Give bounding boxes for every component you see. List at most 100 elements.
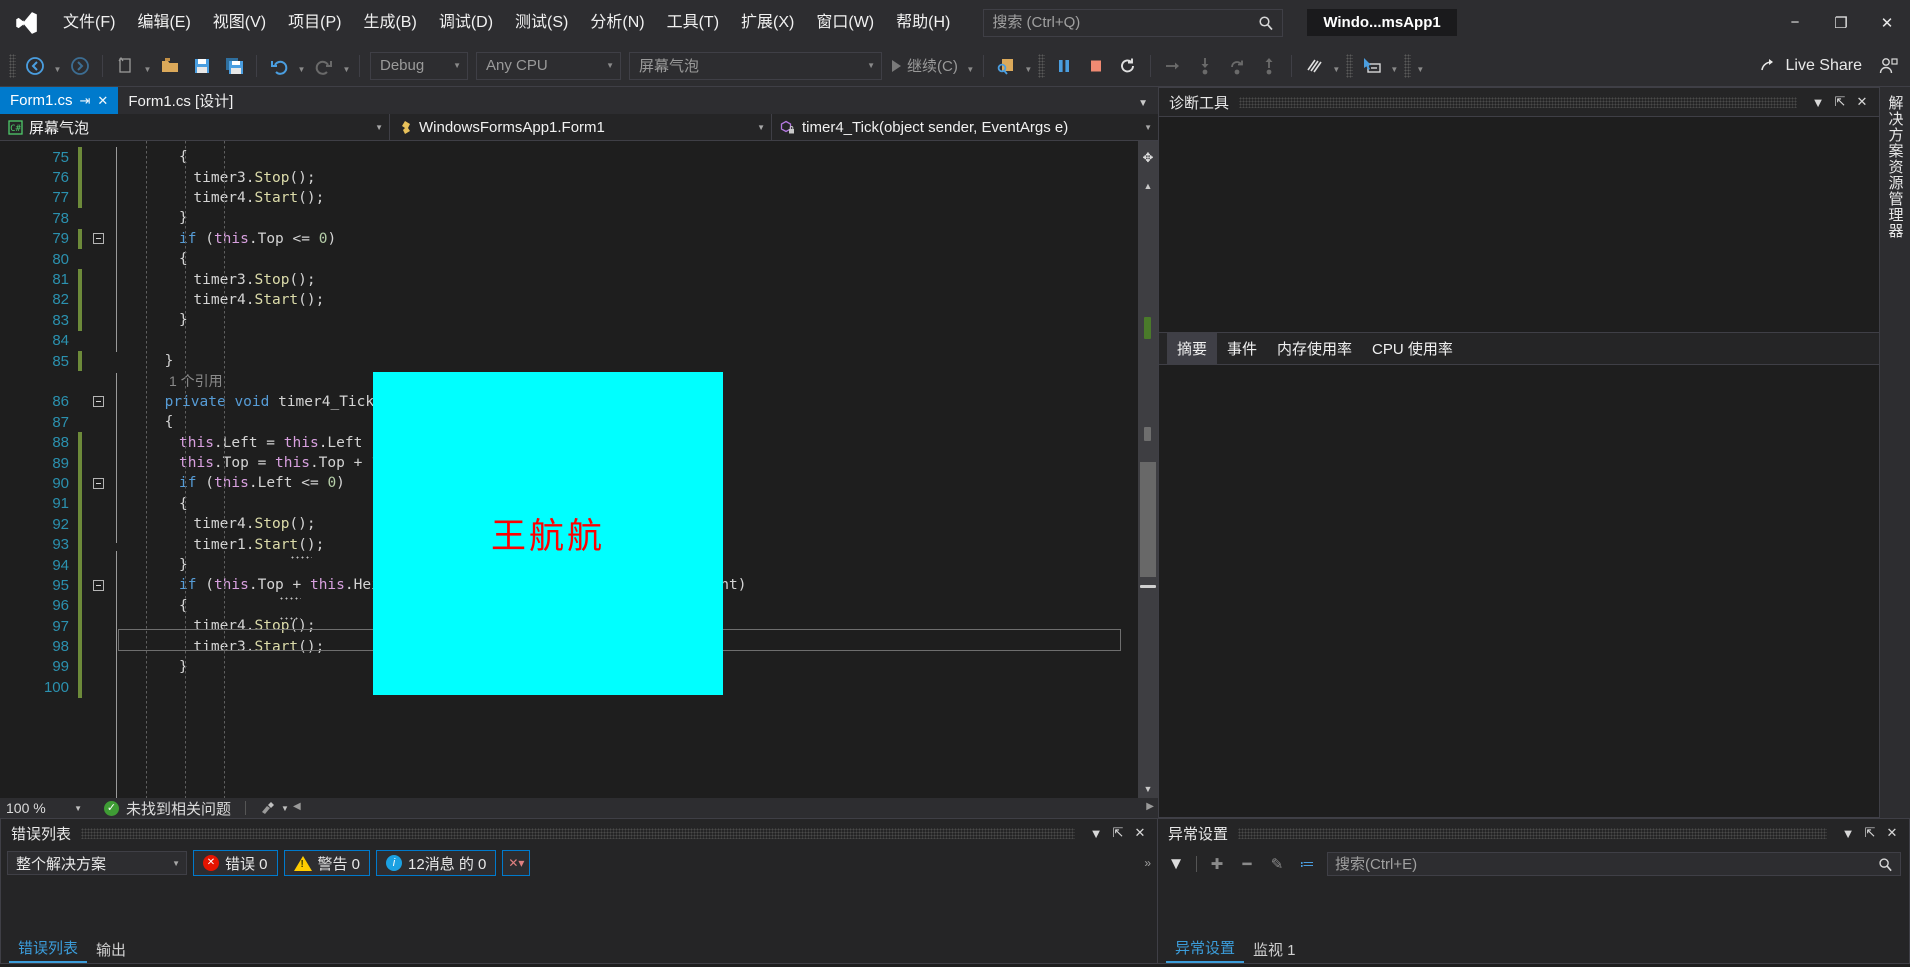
fold-toggle-icon[interactable] (89, 477, 107, 489)
fold-toggle-icon[interactable] (89, 396, 107, 408)
drag-handle[interactable] (1239, 96, 1797, 108)
select-element-icon[interactable] (1357, 51, 1387, 81)
running-app-window[interactable]: 王航航 (373, 372, 723, 695)
search-input[interactable] (992, 14, 1259, 31)
code-line[interactable]: 79 if (this.Top <= 0) (0, 228, 1138, 249)
live-share-button[interactable]: Live Share (1749, 56, 1873, 76)
attach-process-icon[interactable] (991, 51, 1021, 81)
drag-handle[interactable] (1238, 827, 1827, 839)
redo-caret-icon[interactable]: ▼ (340, 51, 353, 81)
undo-icon[interactable] (264, 51, 294, 81)
arrow-back-icon[interactable] (20, 51, 50, 81)
errors-filter-button[interactable]: 错误 0 (193, 850, 278, 876)
chevron-down-icon[interactable]: ▼ (1138, 98, 1148, 109)
code-line[interactable]: 78} (0, 208, 1138, 228)
code-line[interactable]: 77 timer4.Start(); (0, 187, 1138, 209)
pencil-icon[interactable]: ✎ (1267, 854, 1287, 874)
scrollbar-track[interactable] (1140, 197, 1156, 778)
arrow-forward-icon[interactable] (65, 51, 95, 81)
navbar-project-combo[interactable]: C# 屏幕气泡 ▼ (0, 113, 390, 141)
undo-caret-icon[interactable]: ▼ (295, 51, 308, 81)
continue-caret-icon[interactable]: ▼ (964, 51, 977, 81)
save-icon[interactable] (187, 51, 217, 81)
code-line[interactable]: 84 (0, 331, 1138, 351)
scrollbar-thumb[interactable] (1140, 462, 1156, 577)
bottom-tab-exception-settings[interactable]: 异常设置 (1166, 934, 1245, 963)
close-icon[interactable]: ✕ (97, 93, 108, 109)
editor-vertical-scrollbar[interactable]: ✥ ▲ ▼ (1138, 141, 1158, 798)
hot-reload-caret-icon[interactable]: ▼ (1330, 51, 1343, 81)
menu-help[interactable]: 帮助(H) (885, 0, 961, 45)
quick-launch-search[interactable] (983, 8, 1284, 37)
save-all-icon[interactable] (219, 51, 249, 81)
messages-filter-button[interactable]: 12消息 的 0 (376, 850, 497, 876)
pin-icon[interactable]: ⇱ (1829, 91, 1851, 113)
back-dropdown-caret-icon[interactable]: ▼ (51, 51, 64, 81)
fold-toggle-icon[interactable] (89, 233, 107, 245)
horizontal-scrollbar[interactable] (288, 798, 1158, 818)
menu-analyze[interactable]: 分析(N) (579, 0, 655, 45)
scroll-down-button[interactable]: ▼ (1138, 780, 1158, 798)
tab-form1-designer[interactable]: Form1.cs [设计] (118, 87, 244, 114)
navbar-member-combo[interactable]: timer4_Tick(object sender, EventArgs e) … (772, 114, 1158, 141)
menu-view[interactable]: 视图(V) (202, 0, 277, 45)
toolbar-grip-3[interactable] (1345, 53, 1353, 78)
new-item-icon[interactable] (110, 51, 140, 81)
menu-project[interactable]: 项目(P) (277, 0, 352, 45)
filter-clear-icon[interactable]: ✕▾ (502, 850, 531, 876)
attach-caret-icon[interactable]: ▼ (1022, 51, 1035, 81)
code-line[interactable]: 81 timer3.Stop(); (0, 269, 1138, 290)
select-element-caret-icon[interactable]: ▼ (1388, 51, 1401, 81)
redo-icon[interactable] (309, 51, 339, 81)
hot-reload-icon[interactable] (1299, 51, 1329, 81)
exception-search-box[interactable] (1327, 852, 1901, 876)
step-into-icon[interactable] (1190, 51, 1220, 81)
close-icon[interactable]: ✕ (1851, 91, 1873, 113)
chevrons-right-icon[interactable]: » (1144, 856, 1151, 870)
minimize-button[interactable]: − (1772, 0, 1818, 45)
close-icon[interactable]: ✕ (1129, 822, 1151, 844)
zoom-level-selector[interactable]: 100 % ▼ (0, 798, 88, 818)
close-button[interactable]: ✕ (1864, 0, 1910, 45)
chevron-down-icon[interactable]: ▼ (1837, 822, 1859, 844)
continue-button[interactable]: 继续(C) (886, 51, 964, 81)
minus-icon[interactable]: ━ (1237, 854, 1257, 874)
drag-handle[interactable] (81, 827, 1075, 839)
open-folder-icon[interactable] (155, 51, 185, 81)
code-line[interactable]: 75 { (0, 147, 1138, 168)
solution-explorer-tab-strip[interactable]: 解决方案资源管理器 (1880, 87, 1910, 818)
pin-icon[interactable]: ⇥ (80, 93, 91, 109)
navbar-type-combo[interactable]: WindowsFormsApp1.Form1 ▼ (390, 113, 772, 141)
platform-combo[interactable]: Any CPU ▼ (476, 51, 621, 80)
chevron-down-icon[interactable]: ▼ (1085, 822, 1107, 844)
issues-status[interactable]: 未找到相关问题 (104, 798, 231, 819)
bottom-tab-output[interactable]: 输出 (87, 936, 135, 963)
step-over-icon[interactable] (1158, 51, 1188, 81)
menu-debug[interactable]: 调试(D) (428, 0, 504, 45)
code-line[interactable]: 80 { (0, 249, 1138, 269)
tab-form1-cs[interactable]: Form1.cs ⇥ ✕ (0, 87, 119, 114)
code-line[interactable]: 76 timer3.Stop(); (0, 167, 1138, 188)
annotation-tool[interactable]: ▼ (260, 801, 289, 815)
menu-build[interactable]: 生成(B) (352, 0, 427, 45)
menu-test[interactable]: 测试(S) (504, 0, 579, 45)
filter-icon[interactable]: ▼ (1166, 854, 1186, 874)
pause-icon[interactable] (1049, 51, 1079, 81)
stop-icon[interactable] (1081, 51, 1111, 81)
live-share-user-icon[interactable] (1873, 51, 1903, 81)
diag-tab-summary[interactable]: 摘要 (1167, 333, 1218, 365)
menu-extensions[interactable]: 扩展(X) (730, 0, 805, 45)
code-line[interactable]: 82 timer4.Start(); (0, 289, 1138, 311)
step-out-icon[interactable] (1222, 51, 1252, 81)
bottom-tab-error-list[interactable]: 错误列表 (9, 934, 88, 963)
diag-tab-cpu[interactable]: CPU 使用率 (1362, 333, 1463, 364)
code-line[interactable]: 85} (0, 350, 1138, 372)
pin-icon[interactable]: ⇱ (1859, 822, 1881, 844)
toolbar-overflow-caret-icon[interactable]: ▼ (1414, 51, 1427, 81)
plus-icon[interactable]: ✚ (1207, 854, 1227, 874)
warnings-filter-button[interactable]: 警告 0 (283, 850, 371, 876)
new-item-caret-icon[interactable]: ▼ (141, 51, 154, 81)
chevron-down-icon[interactable]: ▼ (1807, 91, 1829, 113)
bottom-tab-watch-1[interactable]: 监视 1 (1244, 936, 1305, 963)
columns-icon[interactable]: ≔ (1297, 854, 1317, 874)
